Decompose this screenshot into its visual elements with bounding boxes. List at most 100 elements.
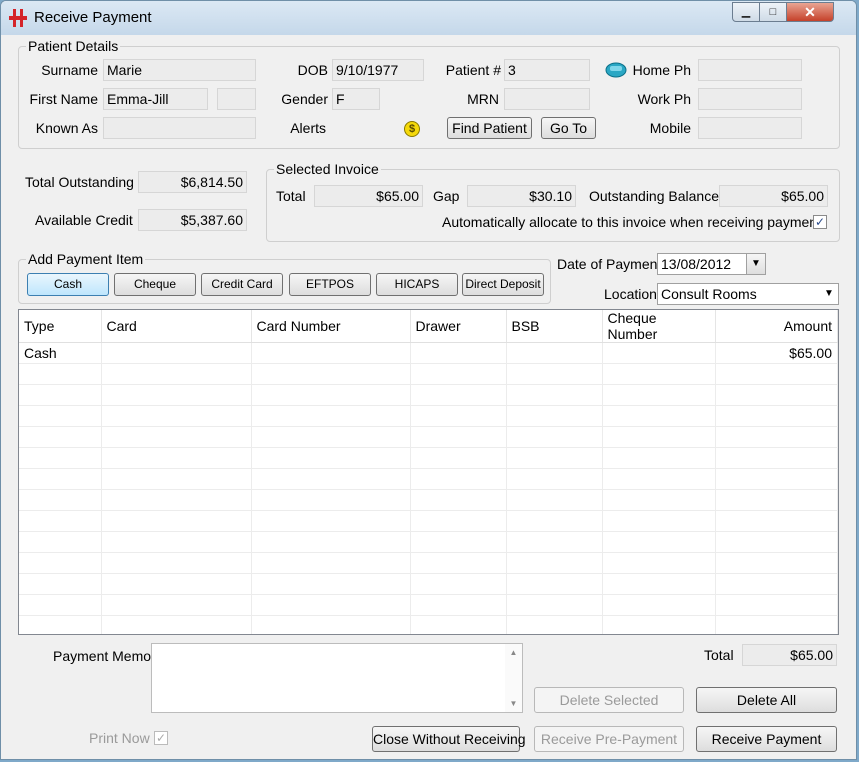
cheque-button[interactable]: Cheque bbox=[114, 273, 196, 296]
empty-row bbox=[19, 615, 838, 634]
memo-scrollbar[interactable]: ▲ ▼ bbox=[505, 644, 522, 712]
empty-row bbox=[19, 363, 838, 385]
payment-memo-input[interactable]: ▲ ▼ bbox=[151, 643, 523, 713]
empty-row bbox=[19, 447, 838, 469]
column-header[interactable]: Card Number bbox=[251, 310, 411, 343]
close-without-receiving-button[interactable]: Close Without Receiving bbox=[372, 726, 526, 752]
outstanding-balance-label: Outstanding Balance bbox=[589, 188, 719, 204]
app-cross-icon bbox=[9, 9, 27, 27]
grid-header: Type Card Card Number Drawer BSB Cheque … bbox=[19, 310, 838, 343]
empty-row bbox=[19, 468, 838, 490]
empty-row bbox=[19, 510, 838, 532]
gap-label: Gap bbox=[433, 188, 460, 204]
hicaps-button[interactable]: HICAPS bbox=[376, 273, 458, 296]
home-phone-field[interactable] bbox=[698, 59, 802, 81]
total-outstanding-label: Total Outstanding bbox=[25, 174, 134, 190]
middle-name-field[interactable] bbox=[217, 88, 256, 110]
alert-dollar-icon[interactable]: $ bbox=[404, 121, 420, 137]
scroll-up-icon[interactable]: ▲ bbox=[505, 648, 522, 657]
table-row[interactable]: Cash $65.00 bbox=[19, 342, 838, 364]
gender-label: Gender bbox=[281, 91, 328, 107]
minimize-button[interactable]: ▁ bbox=[732, 2, 760, 22]
surname-field[interactable]: Marie bbox=[103, 59, 256, 81]
find-patient-button[interactable]: Find Patient bbox=[447, 117, 532, 139]
empty-row bbox=[19, 594, 838, 616]
print-now-label: Print Now bbox=[89, 730, 150, 746]
maximize-button[interactable]: □ bbox=[759, 2, 787, 22]
direct-deposit-button[interactable]: Direct Deposit bbox=[462, 273, 544, 296]
print-now-checkbox[interactable]: ✓ bbox=[154, 731, 168, 745]
first-name-label: First Name bbox=[29, 91, 98, 107]
cash-button[interactable]: Cash bbox=[27, 273, 109, 296]
receive-payment-window: Receive Payment ▁ □ ✕ Patient Details Su… bbox=[0, 0, 857, 760]
dob-field[interactable]: 9/10/1977 bbox=[332, 59, 424, 81]
add-payment-item-title: Add Payment Item bbox=[26, 251, 146, 267]
location-value: Consult Rooms bbox=[661, 286, 757, 302]
cell-bsb bbox=[506, 342, 603, 364]
selected-invoice-title: Selected Invoice bbox=[274, 161, 381, 177]
first-name-field[interactable]: Emma-Jill bbox=[103, 88, 208, 110]
receive-pre-payment-button[interactable]: Receive Pre-Payment bbox=[534, 726, 684, 752]
patient-details-title: Patient Details bbox=[26, 38, 121, 54]
column-header[interactable]: BSB bbox=[506, 310, 603, 343]
empty-row bbox=[19, 552, 838, 574]
date-of-payment-picker[interactable]: 13/08/2012 ▼ bbox=[657, 253, 766, 275]
work-phone-field[interactable] bbox=[698, 88, 802, 110]
mrn-field[interactable] bbox=[504, 88, 590, 110]
receive-payment-button[interactable]: Receive Payment bbox=[696, 726, 837, 752]
available-credit-field: $5,387.60 bbox=[138, 209, 247, 231]
date-of-payment-label: Date of Payment bbox=[557, 256, 662, 272]
mobile-field[interactable] bbox=[698, 117, 802, 139]
empty-row bbox=[19, 573, 838, 595]
gender-field[interactable]: F bbox=[332, 88, 380, 110]
scroll-down-icon[interactable]: ▼ bbox=[505, 699, 522, 708]
invoice-total-field: $65.00 bbox=[314, 185, 423, 207]
location-select[interactable]: Consult Rooms ▼ bbox=[657, 283, 839, 305]
window-title: Receive Payment bbox=[34, 9, 152, 26]
outstanding-balance-field: $65.00 bbox=[719, 185, 828, 207]
payment-memo-label: Payment Memo bbox=[53, 648, 152, 664]
cell-card bbox=[101, 342, 252, 364]
cell-amount: $65.00 bbox=[715, 342, 838, 364]
column-header[interactable]: Drawer bbox=[410, 310, 507, 343]
delete-all-button[interactable]: Delete All bbox=[696, 687, 837, 713]
go-to-button[interactable]: Go To bbox=[541, 117, 596, 139]
known-as-label: Known As bbox=[35, 120, 98, 136]
credit-card-button[interactable]: Credit Card bbox=[201, 273, 283, 296]
patient-number-field[interactable]: 3 bbox=[504, 59, 590, 81]
column-header[interactable]: Card bbox=[101, 310, 252, 343]
column-header[interactable]: Amount bbox=[715, 310, 838, 343]
alerts-label: Alerts bbox=[290, 120, 326, 136]
close-button[interactable]: ✕ bbox=[786, 2, 834, 22]
payment-items-grid[interactable]: Type Card Card Number Drawer BSB Cheque … bbox=[18, 309, 839, 635]
known-as-field[interactable] bbox=[103, 117, 256, 139]
cell-type: Cash bbox=[19, 342, 102, 364]
chevron-down-icon[interactable]: ▼ bbox=[820, 284, 838, 304]
available-credit-label: Available Credit bbox=[35, 212, 133, 228]
empty-row bbox=[19, 405, 838, 427]
calendar-dropdown-icon[interactable]: ▼ bbox=[746, 254, 765, 274]
footer-total-label: Total bbox=[704, 647, 734, 663]
auto-allocate-label: Automatically allocate to this invoice w… bbox=[442, 214, 821, 230]
cell-card-number bbox=[251, 342, 411, 364]
title-bar: Receive Payment ▁ □ ✕ bbox=[1, 1, 856, 35]
cell-cheque-number bbox=[602, 342, 716, 364]
date-value: 13/08/2012 bbox=[661, 256, 732, 272]
eftpos-button[interactable]: EFTPOS bbox=[289, 273, 371, 296]
home-phone-label: Home Ph bbox=[632, 62, 691, 78]
auto-allocate-checkbox[interactable]: ✓ bbox=[813, 215, 827, 229]
mobile-label: Mobile bbox=[649, 120, 691, 136]
dob-label: DOB bbox=[297, 62, 328, 78]
work-phone-label: Work Ph bbox=[637, 91, 691, 107]
empty-row bbox=[19, 531, 838, 553]
patient-number-label: Patient # bbox=[445, 62, 501, 78]
gap-field: $30.10 bbox=[467, 185, 576, 207]
cell-drawer bbox=[410, 342, 507, 364]
column-header[interactable]: Cheque Number bbox=[602, 310, 716, 343]
footer-total-field: $65.00 bbox=[742, 644, 837, 666]
mrn-label: MRN bbox=[467, 91, 499, 107]
column-header[interactable]: Type bbox=[19, 310, 102, 343]
empty-row bbox=[19, 489, 838, 511]
delete-selected-button[interactable]: Delete Selected bbox=[534, 687, 684, 713]
surname-label: Surname bbox=[41, 62, 98, 78]
